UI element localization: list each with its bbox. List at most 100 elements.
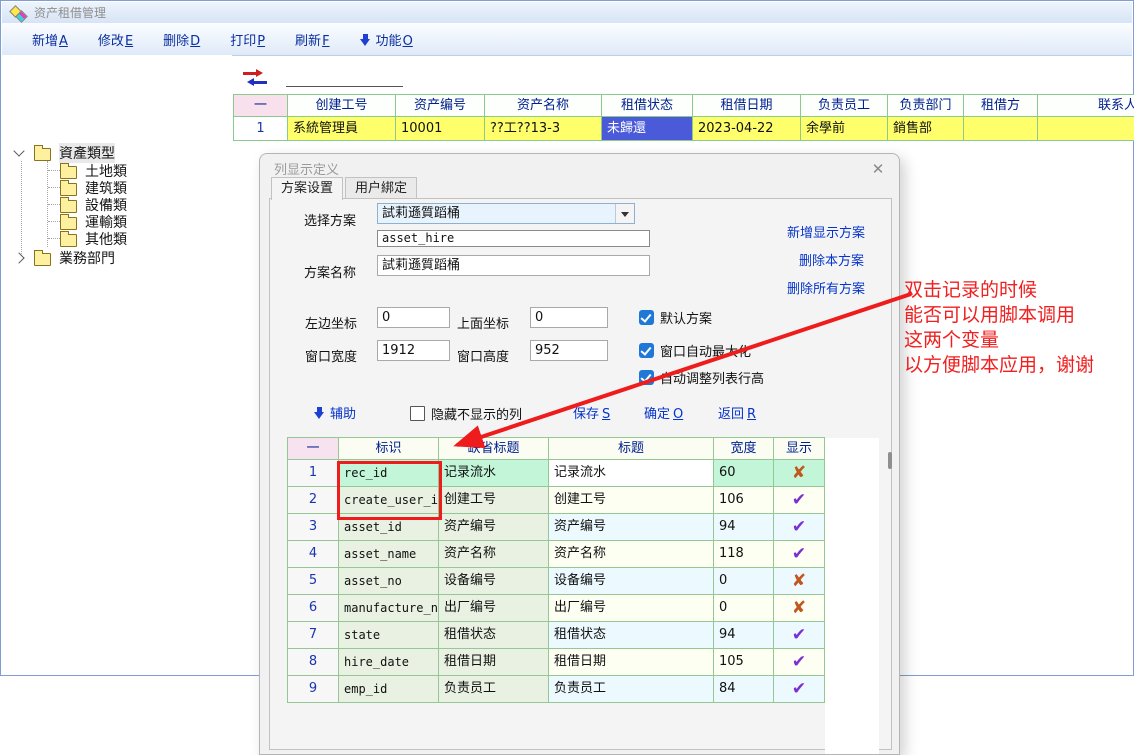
- scheme-link-1[interactable]: 删除本方案: [799, 250, 864, 269]
- grid-column-header[interactable]: 负责员工: [801, 94, 888, 117]
- chevron-right-icon[interactable]: [13, 252, 24, 263]
- width-cell[interactable]: 118: [714, 541, 774, 568]
- grid-cell[interactable]: 未歸還: [602, 117, 693, 141]
- table-column-header[interactable]: 宽度: [714, 437, 774, 460]
- chevron-down-icon[interactable]: [13, 145, 24, 156]
- visible-check-icon[interactable]: ✔: [774, 649, 825, 676]
- table-column-header[interactable]: 标题: [549, 437, 714, 460]
- field-identifier-cell[interactable]: hire_date: [339, 649, 439, 676]
- default-title-cell[interactable]: 资产名称: [439, 541, 549, 568]
- back-button[interactable]: 返回R: [718, 403, 756, 422]
- width-cell[interactable]: 0: [714, 595, 774, 622]
- width-cell[interactable]: 94: [714, 622, 774, 649]
- default-title-cell[interactable]: 设备编号: [439, 568, 549, 595]
- toolbar-item-print[interactable]: 打印P: [230, 30, 265, 49]
- tree-item-4[interactable]: 其他類: [60, 230, 127, 247]
- title-cell[interactable]: 资产名称: [549, 541, 714, 568]
- table-row-number[interactable]: 5: [287, 568, 339, 595]
- scheme-name-input[interactable]: 試莉遜質蹈桶: [377, 255, 650, 276]
- scheme-link-2[interactable]: 删除所有方案: [787, 278, 865, 297]
- checkbox-icon[interactable]: [639, 370, 654, 385]
- visible-check-icon[interactable]: ✔: [774, 487, 825, 514]
- width-cell[interactable]: 105: [714, 649, 774, 676]
- tree-item-label[interactable]: 其他類: [85, 229, 127, 249]
- default-title-cell[interactable]: 资产编号: [439, 514, 549, 541]
- close-icon[interactable]: ✕: [869, 160, 887, 178]
- grid-cell[interactable]: [1038, 117, 1134, 141]
- window-width-input[interactable]: 1912: [377, 340, 450, 361]
- default-title-cell[interactable]: 记录流水: [439, 460, 549, 487]
- option-checkbox-0[interactable]: 默认方案: [639, 308, 712, 327]
- grid-cell[interactable]: [964, 117, 1038, 141]
- default-title-cell[interactable]: 创建工号: [439, 487, 549, 514]
- tab-scheme-settings[interactable]: 方案设置: [271, 177, 343, 200]
- grid-column-header[interactable]: 负责部门: [888, 94, 964, 117]
- filter-underline[interactable]: [286, 86, 403, 87]
- title-cell[interactable]: 负责员工: [549, 676, 714, 703]
- table-row-number[interactable]: 2: [287, 487, 339, 514]
- field-identifier-cell[interactable]: manufacture_no: [339, 595, 439, 622]
- toolbar-item-functions[interactable]: 功能O: [360, 30, 413, 49]
- save-button[interactable]: 保存S: [573, 403, 610, 422]
- toolbar-item-edit[interactable]: 修改E: [98, 30, 133, 49]
- grid-column-header[interactable]: 资产编号: [396, 94, 485, 117]
- transfer-arrows-icon[interactable]: [243, 70, 267, 85]
- visible-check-icon[interactable]: ✔: [774, 676, 825, 703]
- grid-column-header[interactable]: 租借日期: [693, 94, 801, 117]
- title-cell[interactable]: 资产编号: [549, 514, 714, 541]
- visible-cross-icon[interactable]: ✘: [774, 460, 825, 487]
- tree-item-0[interactable]: 土地類: [60, 162, 127, 179]
- tree-item-1[interactable]: 建筑類: [60, 179, 127, 196]
- ok-button[interactable]: 确定O: [644, 403, 683, 422]
- width-cell[interactable]: 94: [714, 514, 774, 541]
- title-cell[interactable]: 出厂编号: [549, 595, 714, 622]
- visible-check-icon[interactable]: ✔: [774, 514, 825, 541]
- left-coord-input[interactable]: 0: [377, 307, 450, 328]
- table-row-number[interactable]: 4: [287, 541, 339, 568]
- hide-columns-checkbox[interactable]: 隐藏不显示的列: [410, 404, 522, 423]
- grid-cell[interactable]: 銷售部: [888, 117, 964, 141]
- top-coord-input[interactable]: 0: [530, 307, 608, 328]
- checkbox-icon[interactable]: [410, 406, 425, 421]
- toolbar-item-delete[interactable]: 删除D: [163, 30, 200, 49]
- grid-cell[interactable]: 10001: [396, 117, 485, 141]
- field-identifier-cell[interactable]: asset_no: [339, 568, 439, 595]
- grid-row-number[interactable]: 1: [233, 117, 288, 141]
- width-cell[interactable]: 0: [714, 568, 774, 595]
- grid-cell[interactable]: 系統管理員: [288, 117, 396, 141]
- window-height-input[interactable]: 952: [530, 340, 608, 361]
- vertical-scrollbar[interactable]: [888, 452, 892, 469]
- tree-item-2[interactable]: 設備類: [60, 196, 127, 213]
- default-title-cell[interactable]: 租借日期: [439, 649, 549, 676]
- grid-cell[interactable]: 余學前: [801, 117, 888, 141]
- visible-check-icon[interactable]: ✔: [774, 622, 825, 649]
- title-cell[interactable]: 租借日期: [549, 649, 714, 676]
- option-checkbox-1[interactable]: 窗口自动最大化: [639, 341, 751, 360]
- table-row-number[interactable]: 1: [287, 460, 339, 487]
- tree-item-label[interactable]: 資產類型: [59, 143, 115, 163]
- default-title-cell[interactable]: 租借状态: [439, 622, 549, 649]
- title-cell[interactable]: 设备编号: [549, 568, 714, 595]
- table-row-number[interactable]: 8: [287, 649, 339, 676]
- visible-cross-icon[interactable]: ✘: [774, 595, 825, 622]
- grid-column-header[interactable]: 联系人: [1038, 94, 1134, 117]
- table-column-header[interactable]: 缺省标题: [439, 437, 549, 460]
- scheme-link-0[interactable]: 新增显示方案: [787, 222, 865, 241]
- dropdown-button[interactable]: [615, 204, 634, 223]
- scheme-select[interactable]: 試莉遜質蹈桶: [377, 203, 635, 224]
- grid-cell[interactable]: 2023-04-22: [693, 117, 801, 141]
- dialog-title[interactable]: 列显示定义: [274, 159, 339, 178]
- aux-button[interactable]: 辅助: [314, 403, 356, 422]
- grid-column-header[interactable]: 租借状态: [602, 94, 693, 117]
- table-row-number[interactable]: 6: [287, 595, 339, 622]
- toolbar-item-refresh[interactable]: 刷新F: [295, 30, 330, 49]
- width-cell[interactable]: 106: [714, 487, 774, 514]
- grid-row-number-header[interactable]: 一: [233, 94, 288, 117]
- table-row-number[interactable]: 7: [287, 622, 339, 649]
- tree-item-3[interactable]: 運輸類: [60, 213, 127, 230]
- visible-check-icon[interactable]: ✔: [774, 541, 825, 568]
- width-cell[interactable]: 60: [714, 460, 774, 487]
- default-title-cell[interactable]: 负责员工: [439, 676, 549, 703]
- table-column-header[interactable]: 显示: [774, 437, 825, 460]
- grid-column-header[interactable]: 租借方: [964, 94, 1038, 117]
